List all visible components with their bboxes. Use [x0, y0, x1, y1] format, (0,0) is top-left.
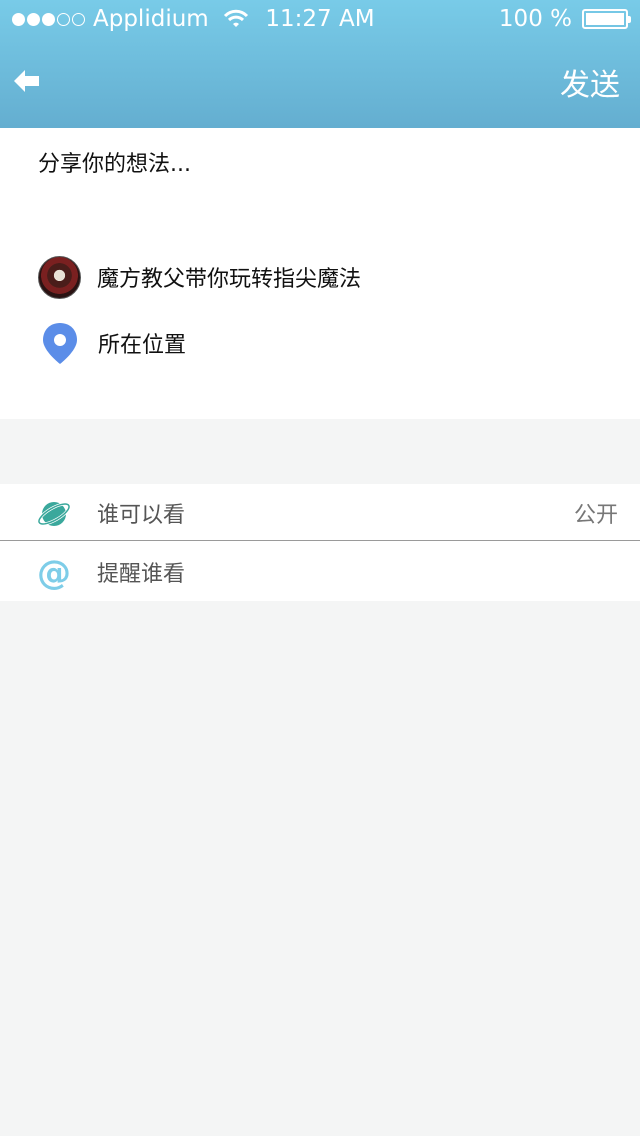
battery-icon: [582, 9, 631, 29]
location-label: 所在位置: [98, 333, 187, 358]
options-section: 谁可以看 公开 @ 提醒谁看: [0, 484, 640, 601]
location-pin-icon: [38, 321, 82, 365]
send-button[interactable]: 发送: [560, 60, 620, 104]
planet-icon: [37, 502, 71, 526]
avatar: [38, 255, 81, 299]
mention-row[interactable]: @ 提醒谁看: [0, 543, 640, 601]
mention-label: 提醒谁看: [97, 562, 186, 587]
header: Applidium 11:27 AM 100 % 发送: [0, 0, 640, 128]
visibility-label: 谁可以看: [97, 503, 186, 528]
compose-section: 分享你的想法... 魔方教父带你玩转指尖魔法 所在位置: [0, 128, 640, 419]
back-arrow-icon: [14, 70, 39, 92]
status-bar: Applidium 11:27 AM 100 %: [0, 0, 640, 40]
back-button[interactable]: [12, 66, 42, 96]
battery-group: 100 %: [498, 6, 631, 32]
attachment-row[interactable]: 魔方教父带你玩转指尖魔法: [38, 255, 361, 299]
battery-percent: 100 %: [498, 6, 572, 32]
location-row[interactable]: 所在位置: [38, 321, 186, 365]
attachment-title: 魔方教父带你玩转指尖魔法: [97, 267, 362, 292]
visibility-value: 公开: [573, 503, 618, 528]
compose-input[interactable]: 分享你的想法...: [38, 146, 191, 178]
visibility-row[interactable]: 谁可以看 公开: [0, 484, 640, 542]
at-icon: @: [37, 553, 71, 593]
divider: [0, 540, 640, 541]
